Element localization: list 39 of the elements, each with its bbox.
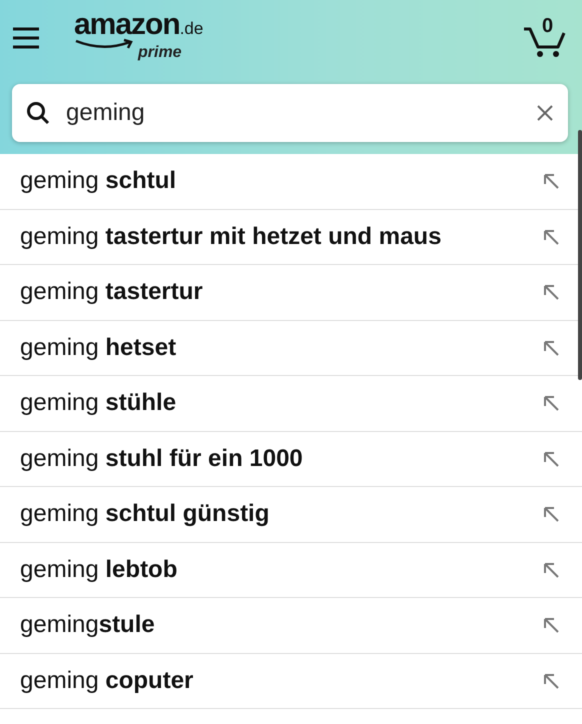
logo-domain: .de <box>180 19 204 39</box>
suggestion-text: geming schtul <box>20 167 178 196</box>
search-field[interactable]: geming <box>12 84 568 142</box>
suggestion-row[interactable]: geming stuhl für ein 1000 <box>0 432 582 487</box>
fill-query-arrow-icon[interactable] <box>542 560 560 579</box>
suggestion-row[interactable]: geming schtul günstig <box>0 487 582 542</box>
cart-count: 0 <box>542 15 554 38</box>
fill-query-arrow-icon[interactable] <box>542 283 560 302</box>
suggestion-row[interactable]: geming stühle <box>0 376 582 432</box>
cart-button[interactable]: 0 <box>522 17 568 59</box>
menu-button[interactable] <box>12 27 40 49</box>
search-icon <box>26 101 50 125</box>
suggestion-text: gemingstule <box>20 611 156 640</box>
close-icon <box>536 104 554 122</box>
fill-query-arrow-icon[interactable] <box>542 228 560 246</box>
suggestion-text: geming tastertur <box>20 278 204 306</box>
suggestion-text: geming stühle <box>20 389 178 418</box>
fill-query-arrow-icon[interactable] <box>542 450 560 468</box>
fill-query-arrow-icon[interactable] <box>542 672 560 690</box>
fill-query-arrow-icon[interactable] <box>542 616 560 634</box>
menu-icon <box>12 27 40 49</box>
search-input[interactable]: geming <box>64 98 536 128</box>
suggestion-text: geming coputer <box>20 666 194 695</box>
clear-button[interactable] <box>536 104 554 122</box>
suggestion-text: geming schtul günstig <box>20 500 270 528</box>
logo-prime: prime <box>138 44 183 62</box>
logo-wordmark: amazon <box>74 8 180 42</box>
suggestion-row[interactable]: geming coputer <box>0 654 582 709</box>
suggestion-text: geming hetset <box>20 334 178 362</box>
suggestion-row[interactable]: geming lebtob <box>0 542 582 598</box>
suggestion-text: geming stuhl für ein 1000 <box>20 444 304 473</box>
suggestion-row[interactable]: gemingstule <box>0 598 582 654</box>
fill-query-arrow-icon[interactable] <box>542 338 560 357</box>
fill-query-arrow-icon[interactable] <box>542 394 560 412</box>
suggestion-text: geming lebtob <box>20 556 178 584</box>
suggestion-text: geming tastertur mit hetzet und maus <box>20 222 442 251</box>
fill-query-arrow-icon[interactable] <box>542 505 560 524</box>
fill-query-arrow-icon[interactable] <box>542 172 560 190</box>
smile-swoosh-icon <box>74 38 136 50</box>
